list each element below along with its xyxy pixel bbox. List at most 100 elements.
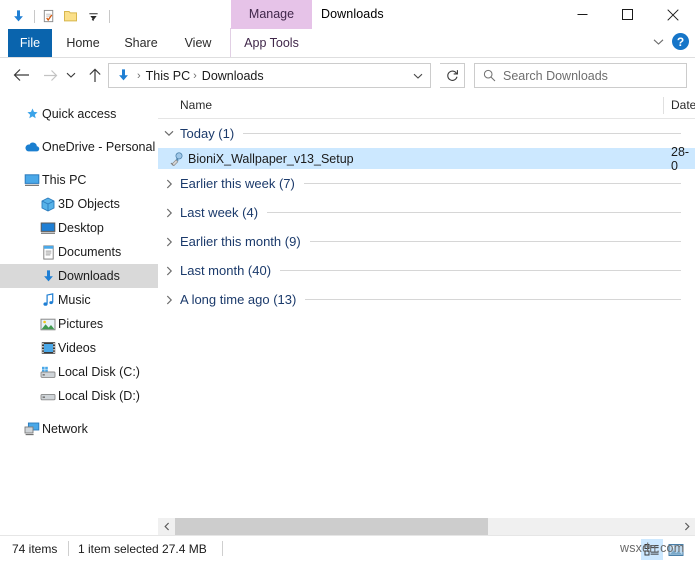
group-header-label: Earlier this week (7) [180, 176, 295, 191]
drive-icon [38, 391, 58, 402]
group-header-last-week[interactable]: Last week (4) [158, 198, 695, 227]
breadcrumb-separator-1: › [137, 69, 141, 82]
toolbar-separator-2 [109, 9, 110, 23]
nav-spacer-top [0, 93, 158, 102]
quick-access-toolbar [8, 4, 114, 28]
file-name-label: BioniX_Wallpaper_v13_Setup [188, 151, 354, 166]
sidebar-item-desktop[interactable]: Desktop [0, 216, 158, 240]
sidebar-item-label: Local Disk (D:) [58, 389, 140, 403]
sidebar-item-local-disk-c[interactable]: Local Disk (C:) [0, 360, 158, 384]
title-bar: Manage Downloads [0, 0, 695, 31]
sidebar-item-documents[interactable]: Documents [0, 240, 158, 264]
sidebar-item-label: This PC [42, 173, 87, 187]
status-separator-1 [68, 541, 69, 556]
group-header-label: Earlier this month (9) [180, 234, 301, 249]
chevron-left-icon[interactable] [158, 518, 175, 535]
horizontal-scrollbar[interactable] [158, 518, 695, 535]
star-pin-icon [22, 107, 42, 122]
chevron-right-icon[interactable] [678, 518, 695, 535]
details-view-icon[interactable] [641, 539, 663, 560]
column-header-date[interactable]: Date [671, 98, 695, 112]
sidebar-item-quick-access[interactable]: Quick access [0, 102, 158, 126]
window-title: Downloads [321, 7, 384, 21]
sidebar-item-downloads[interactable]: Downloads [0, 264, 158, 288]
contextual-tab-manage[interactable]: Manage [231, 7, 312, 21]
address-bar[interactable]: › This PC › Downloads [108, 63, 431, 88]
downloads-arrow-icon[interactable] [8, 6, 28, 26]
sidebar-item-label: 3D Objects [58, 197, 120, 211]
help-icon[interactable]: ? [672, 33, 689, 50]
chevron-down-icon[interactable] [158, 130, 180, 137]
refresh-button[interactable] [440, 63, 465, 88]
sidebar-item-label: Documents [58, 245, 122, 259]
recent-locations-button[interactable] [62, 62, 80, 88]
downloads-arrow-icon [38, 269, 58, 284]
monitor-icon [22, 173, 42, 187]
large-icons-view-icon[interactable] [665, 539, 687, 560]
breadcrumb-this-pc[interactable]: This PC [146, 69, 190, 83]
tab-file[interactable]: File [8, 29, 52, 57]
sidebar-item-pictures[interactable]: Pictures [0, 312, 158, 336]
chevron-right-icon[interactable] [158, 295, 180, 305]
tab-app-tools[interactable]: App Tools [230, 28, 312, 57]
sidebar-item-local-disk-d[interactable]: Local Disk (D:) [0, 384, 158, 408]
group-header-label: Last month (40) [180, 263, 272, 278]
tab-view[interactable]: View [176, 29, 220, 57]
ribbon-right-controls: ? [653, 33, 689, 50]
group-rule [280, 270, 681, 271]
sidebar-item-onedrive[interactable]: OneDrive - Personal [0, 135, 158, 159]
breadcrumb-separator-2: › [193, 69, 197, 82]
sidebar-item-label: Quick access [42, 107, 117, 121]
sidebar-item-3d-objects[interactable]: 3D Objects [0, 192, 158, 216]
address-dropdown-icon[interactable] [407, 65, 429, 88]
nav-spacer-2 [0, 159, 158, 168]
nav-spacer-3 [0, 408, 158, 417]
up-button[interactable] [82, 62, 108, 88]
group-header-today[interactable]: Today (1) [158, 119, 695, 148]
maximize-icon[interactable] [605, 0, 650, 29]
column-header-name[interactable]: Name [180, 98, 212, 112]
status-selection: 1 item selected 27.4 MB [78, 542, 207, 556]
table-row[interactable]: BioniX_Wallpaper_v13_Setup 28-0 [158, 145, 695, 173]
chevron-down-icon[interactable] [653, 35, 664, 49]
back-button[interactable] [8, 62, 34, 88]
group-header-earlier-this-week[interactable]: Earlier this week (7) [158, 169, 695, 198]
status-bar: 74 items 1 item selected 27.4 MB [0, 535, 695, 563]
sidebar-item-network[interactable]: Network [0, 417, 158, 441]
toolbar-separator [34, 9, 35, 23]
customize-chevron-icon[interactable] [83, 6, 103, 26]
search-input[interactable]: Search Downloads [503, 69, 608, 83]
downloads-arrow-icon [112, 68, 134, 83]
document-icon [38, 244, 58, 260]
minimize-icon[interactable] [560, 0, 605, 29]
nav-spacer-1 [0, 126, 158, 135]
chevron-right-icon[interactable] [158, 208, 180, 218]
file-list-pane[interactable]: Name Date Today (1) BioniX_Wallpaper_v13… [158, 93, 695, 517]
tab-share[interactable]: Share [116, 29, 166, 57]
sidebar-item-this-pc[interactable]: This PC [0, 168, 158, 192]
group-header-earlier-this-month[interactable]: Earlier this month (9) [158, 227, 695, 256]
column-divider[interactable] [663, 97, 664, 114]
navigation-pane[interactable]: Quick access OneDrive - Personal This PC [0, 93, 158, 517]
sidebar-item-label: Downloads [58, 269, 120, 283]
search-icon [475, 69, 503, 82]
group-header-a-long-time-ago[interactable]: A long time ago (13) [158, 285, 695, 314]
properties-icon[interactable] [39, 6, 59, 26]
chevron-right-icon[interactable] [158, 266, 180, 276]
search-box[interactable]: Search Downloads [474, 63, 687, 88]
new-folder-icon[interactable] [61, 6, 81, 26]
forward-button[interactable] [37, 62, 63, 88]
group-rule [309, 241, 681, 242]
chevron-right-icon[interactable] [158, 237, 180, 247]
sidebar-item-videos[interactable]: Videos [0, 336, 158, 360]
scrollbar-thumb[interactable] [175, 518, 488, 535]
network-icon [22, 422, 42, 436]
group-header-last-month[interactable]: Last month (40) [158, 256, 695, 285]
breadcrumb-downloads[interactable]: Downloads [202, 69, 264, 83]
group-rule [305, 299, 681, 300]
tab-home[interactable]: Home [58, 29, 108, 57]
sidebar-item-music[interactable]: Music [0, 288, 158, 312]
picture-icon [38, 318, 58, 331]
chevron-right-icon[interactable] [158, 179, 180, 189]
close-icon[interactable] [650, 0, 695, 29]
